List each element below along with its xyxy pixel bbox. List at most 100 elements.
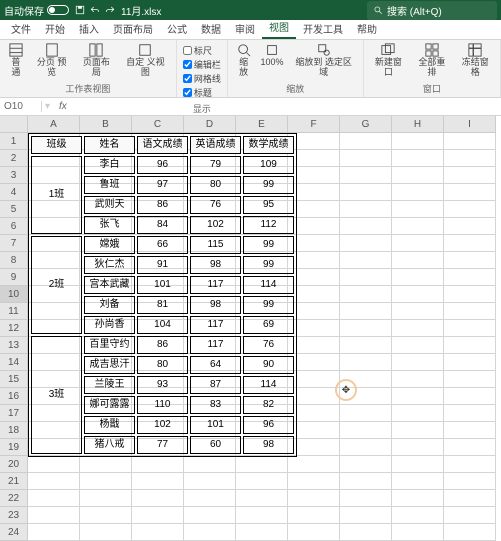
row-header[interactable]: 11 [0, 303, 28, 320]
cell[interactable] [392, 422, 444, 439]
cell[interactable] [392, 371, 444, 388]
cell[interactable] [392, 235, 444, 252]
tab-帮助[interactable]: 帮助 [350, 18, 384, 39]
row-header[interactable]: 15 [0, 371, 28, 388]
arrange-all-button[interactable]: 全部重排 [411, 42, 452, 79]
cell[interactable] [444, 524, 496, 541]
cell[interactable] [392, 439, 444, 456]
cell[interactable] [340, 354, 392, 371]
cell[interactable] [340, 303, 392, 320]
row-header[interactable]: 17 [0, 405, 28, 422]
cell[interactable] [340, 150, 392, 167]
cell[interactable] [132, 473, 184, 490]
cell[interactable] [340, 133, 392, 150]
select-all-corner[interactable] [0, 116, 28, 133]
cell[interactable] [340, 218, 392, 235]
cell[interactable] [392, 218, 444, 235]
cell[interactable] [132, 507, 184, 524]
cell[interactable] [184, 456, 236, 473]
cell[interactable] [340, 286, 392, 303]
column-header[interactable]: H [392, 116, 444, 133]
cell[interactable] [444, 490, 496, 507]
cell[interactable] [340, 524, 392, 541]
column-header[interactable]: F [288, 116, 340, 133]
cell[interactable] [444, 286, 496, 303]
cell[interactable] [340, 405, 392, 422]
row-header[interactable]: 9 [0, 269, 28, 286]
column-header[interactable]: I [444, 116, 496, 133]
cell[interactable] [80, 524, 132, 541]
cell[interactable] [444, 473, 496, 490]
cell[interactable] [392, 337, 444, 354]
row-header[interactable]: 16 [0, 388, 28, 405]
cell[interactable] [392, 269, 444, 286]
cell[interactable] [392, 201, 444, 218]
redo-icon[interactable] [105, 5, 115, 15]
cell[interactable] [340, 184, 392, 201]
cell[interactable] [28, 490, 80, 507]
row-header[interactable]: 23 [0, 507, 28, 524]
tab-页面布局[interactable]: 页面布局 [106, 18, 160, 39]
cell[interactable] [184, 473, 236, 490]
new-window-button[interactable]: 新建窗口 [368, 42, 409, 79]
cell[interactable] [444, 507, 496, 524]
cell[interactable] [28, 456, 80, 473]
row-header[interactable]: 1 [0, 133, 28, 150]
cell[interactable] [392, 252, 444, 269]
cell[interactable] [80, 473, 132, 490]
undo-icon[interactable] [90, 5, 100, 15]
zoom-selection-button[interactable]: 缩放到 选定区域 [289, 42, 359, 79]
cell[interactable] [340, 235, 392, 252]
headings-checkbox[interactable]: 标题 [183, 86, 221, 99]
cell[interactable] [236, 490, 288, 507]
page-layout-button[interactable]: 页面布局 [76, 42, 117, 79]
cell[interactable] [340, 167, 392, 184]
tab-开发工具[interactable]: 开发工具 [296, 18, 350, 39]
cell[interactable] [444, 354, 496, 371]
ruler-checkbox[interactable]: 标尺 [183, 44, 221, 57]
cell[interactable] [288, 524, 340, 541]
cell[interactable] [392, 286, 444, 303]
row-header[interactable]: 22 [0, 490, 28, 507]
cell[interactable] [340, 473, 392, 490]
cell[interactable] [392, 133, 444, 150]
cell[interactable] [444, 337, 496, 354]
normal-view-button[interactable]: 普通 [4, 42, 28, 79]
cell[interactable] [444, 269, 496, 286]
row-header[interactable]: 13 [0, 337, 28, 354]
cell[interactable] [184, 524, 236, 541]
cell[interactable] [444, 201, 496, 218]
cell[interactable] [28, 524, 80, 541]
cell[interactable] [340, 422, 392, 439]
cell[interactable] [444, 133, 496, 150]
row-header[interactable]: 19 [0, 439, 28, 456]
row-header[interactable]: 18 [0, 422, 28, 439]
cell[interactable] [444, 388, 496, 405]
cell[interactable] [80, 456, 132, 473]
row-header[interactable]: 5 [0, 201, 28, 218]
cell[interactable] [444, 252, 496, 269]
column-header[interactable]: C [132, 116, 184, 133]
column-header[interactable]: G [340, 116, 392, 133]
cell[interactable] [28, 507, 80, 524]
cell[interactable] [236, 507, 288, 524]
cell[interactable] [392, 524, 444, 541]
cell[interactable] [340, 252, 392, 269]
column-header[interactable]: E [236, 116, 288, 133]
cell[interactable] [288, 473, 340, 490]
tab-审阅[interactable]: 审阅 [228, 18, 262, 39]
cell[interactable] [444, 150, 496, 167]
save-icon[interactable] [75, 5, 85, 15]
search-box[interactable]: 搜索 (Alt+Q) [367, 1, 497, 20]
tab-文件[interactable]: 文件 [4, 18, 38, 39]
cell[interactable] [392, 354, 444, 371]
tab-插入[interactable]: 插入 [72, 18, 106, 39]
cell[interactable] [288, 456, 340, 473]
toggle-switch[interactable] [47, 5, 69, 15]
cell[interactable] [444, 439, 496, 456]
page-break-button[interactable]: 分页 预览 [30, 42, 74, 79]
autosave-toggle[interactable]: 自动保存 [4, 3, 69, 18]
row-header[interactable]: 12 [0, 320, 28, 337]
fx-icon[interactable]: fx [53, 101, 73, 112]
zoom-100-button[interactable]: 100% [257, 42, 286, 69]
